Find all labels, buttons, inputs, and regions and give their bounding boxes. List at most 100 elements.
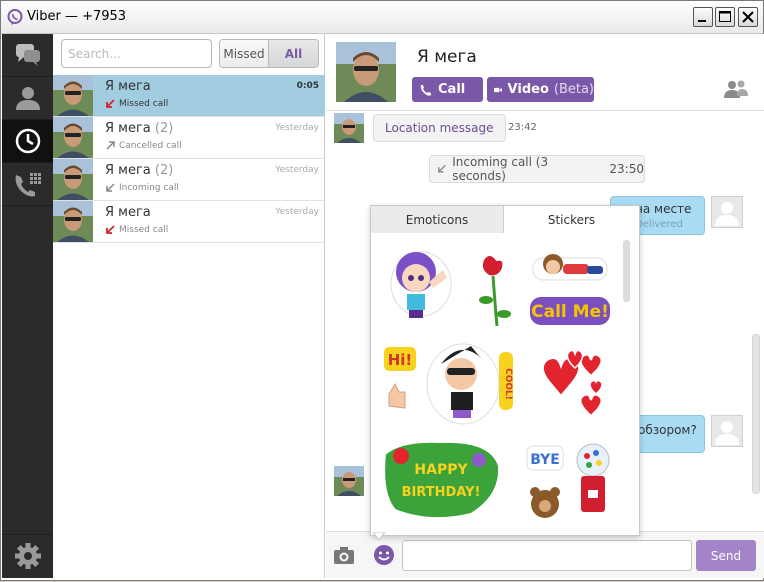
missed-arrow-icon (106, 225, 115, 234)
clock-icon (15, 128, 41, 154)
incoming-call-text: Incoming call (3 seconds) (452, 155, 549, 183)
call-history-row[interactable]: Я мега Yesterday Missed call (53, 201, 325, 243)
message-input[interactable] (402, 540, 692, 571)
camera-icon[interactable] (332, 543, 356, 567)
happy-birthday-sticker[interactable]: HAPPY BIRTHDAY! (383, 440, 501, 520)
call-status: Missed call (105, 225, 168, 235)
call-contact-name: Я мега (2) (105, 121, 174, 136)
chat-scrollbar-thumb[interactable] (752, 334, 760, 494)
teddy-bear-sticker[interactable] (530, 487, 560, 518)
call-contact-name: Я мега (105, 205, 151, 220)
phone-keypad-icon (15, 173, 41, 197)
nav-recents-button[interactable] (2, 120, 53, 163)
call-history-row[interactable]: Я мега (2) Yesterday Cancelled call (53, 117, 325, 159)
call-status-text: Missed call (119, 225, 169, 235)
popup-pointer (372, 532, 386, 541)
video-button[interactable]: Video (Beta) (487, 77, 594, 102)
outgoing-message-text: на месте (635, 202, 692, 216)
sender-avatar[interactable] (334, 113, 364, 143)
minimize-button[interactable] (693, 7, 713, 27)
contact-person-icon (16, 87, 40, 110)
hi-sticker[interactable]: Hi! (382, 345, 418, 409)
nav-contacts-button[interactable] (2, 77, 53, 120)
gumball-machine-sticker[interactable] (576, 443, 610, 512)
message-timestamp: 23:42 (508, 122, 537, 133)
call-me-sticker-text: Call Me! (531, 302, 609, 322)
default-avatar-icon (715, 202, 739, 226)
cool-boy-sticker[interactable]: COOL! (426, 343, 513, 425)
gear-icon (15, 543, 41, 569)
default-avatar-icon (715, 421, 739, 445)
settings-button[interactable] (2, 534, 53, 577)
video-beta-label: (Beta) (553, 82, 594, 97)
call-time: Yesterday (275, 207, 319, 217)
maximize-icon (719, 11, 731, 22)
call-button[interactable]: Call (412, 77, 483, 102)
delivery-status: Delivered (635, 219, 683, 230)
nav-chats-button[interactable] (2, 34, 53, 77)
search-input[interactable] (61, 39, 212, 68)
phone-icon (420, 84, 431, 96)
contact-avatar[interactable] (336, 42, 396, 102)
call-button-label: Call (438, 82, 466, 97)
tab-stickers[interactable]: Stickers (504, 206, 639, 234)
call-me-sticker[interactable]: Call Me! (528, 295, 612, 327)
filter-all-button[interactable]: All (269, 40, 318, 67)
send-button[interactable]: Send (696, 540, 756, 571)
call-status-text: Cancelled call (119, 141, 182, 151)
contact-name: Я мега (417, 47, 477, 67)
my-avatar (711, 415, 743, 447)
title-bar: Viber — +7953 (1, 1, 763, 34)
sticker-picker-popup: Emoticons Stickers Call Me! Hi! COOL! HA… (370, 205, 640, 541)
happy-sticker-text: HAPPY (414, 462, 468, 478)
bye-sticker[interactable]: BYE (526, 445, 564, 471)
video-camera-icon (494, 87, 502, 92)
birthday-sticker-text: BIRTHDAY! (402, 485, 481, 500)
call-time: Yesterday (275, 123, 319, 133)
bye-sticker-text: BYE (530, 452, 560, 468)
lying-boy-sticker[interactable] (532, 254, 608, 281)
video-button-label: Video (507, 82, 549, 97)
window-title: Viber — +7953 (27, 9, 127, 24)
call-status: Incoming call (105, 183, 179, 193)
smiley-icon[interactable] (372, 543, 396, 567)
outgoing-message-bubble[interactable]: обзором? (630, 415, 705, 453)
rose-sticker[interactable] (479, 254, 511, 327)
hearts-sticker[interactable] (541, 349, 603, 418)
incoming-arrow-icon (106, 183, 115, 192)
left-navigation (2, 34, 53, 578)
location-message-bubble[interactable]: Location message (373, 114, 506, 142)
my-avatar (711, 196, 743, 228)
incoming-call-time: 23:50 (609, 162, 644, 176)
call-count: (2) (154, 163, 174, 178)
minimize-icon (698, 20, 706, 22)
filter-missed-button[interactable]: Missed (220, 40, 269, 67)
chat-header: Я мега Call Video (Beta) (326, 34, 764, 111)
sticker-grid: Call Me! Hi! COOL! HAPPY BIRTHDAY! BYE (382, 251, 612, 520)
nav-dialpad-button[interactable] (2, 163, 53, 206)
close-button[interactable] (738, 7, 758, 27)
sender-avatar[interactable] (334, 466, 364, 496)
call-contact-name: Я мега (105, 79, 151, 94)
contact-avatar (53, 75, 93, 116)
outgoing-message-text: обзором? (638, 423, 697, 437)
call-contact-name: Я мега (2) (105, 163, 174, 178)
incoming-call-notice: Incoming call (3 seconds) 23:50 (429, 155, 645, 183)
maximize-button[interactable] (715, 7, 735, 27)
sticker-picker-tabs: Emoticons Stickers (371, 206, 639, 234)
call-count: (2) (154, 121, 174, 136)
message-composer: Send (326, 531, 764, 578)
call-time: 0:05 (296, 81, 319, 91)
group-contacts-icon[interactable] (723, 79, 749, 99)
call-status-text: Incoming call (119, 183, 179, 193)
girl-wave-sticker[interactable] (390, 251, 452, 318)
cool-sticker-text: COOL! (503, 368, 513, 400)
cancelled-arrow-icon (106, 141, 115, 150)
missed-arrow-icon (106, 99, 115, 108)
viber-logo-icon (7, 9, 23, 25)
recents-panel: Missed All Я мега 0:05Missed callЯ мега … (53, 34, 325, 578)
call-history-row[interactable]: Я мега 0:05 Missed call (53, 75, 325, 117)
call-history-row[interactable]: Я мега (2) Yesterday Incoming call (53, 159, 325, 201)
tab-emoticons[interactable]: Emoticons (371, 206, 504, 233)
close-icon (742, 11, 754, 23)
